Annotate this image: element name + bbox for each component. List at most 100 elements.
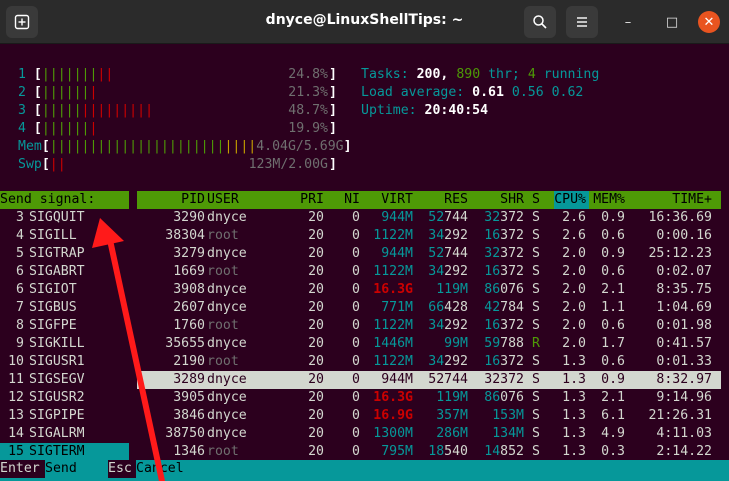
search-button[interactable] [524, 6, 556, 38]
process-row[interactable]: 1346 root 20 0 795M 18540 14852 S 1.3 0.3 2:14.22 [137, 443, 721, 461]
signal-item[interactable]: 5 SIGTRAP [0, 245, 129, 263]
shr-high: 42 [484, 300, 501, 315]
res-low: 540 [444, 444, 468, 459]
process-row[interactable]: 35655 dnyce 20 0 1446M 99M 59788 R 2.0 1.7 0:41.57 [137, 335, 721, 353]
cell-mem: 0.9 [601, 246, 625, 261]
signal-item[interactable]: 11 SIGSEGV [0, 371, 129, 389]
mem-meter: Mem[||||||||||||||||||||||||||4.04G/5.69… [18, 139, 352, 154]
col-header-user[interactable]: USER [207, 191, 239, 209]
res-low: 292 [444, 318, 468, 333]
cpu-meter-1: 1 [||||||||| [18, 67, 114, 82]
signal-item[interactable]: 6 SIGABRT [0, 263, 129, 281]
process-row[interactable]: 3279 dnyce 20 0 944M 52744 32372 S 2.0 0.9 25:12.2… [137, 245, 721, 263]
signal-item[interactable]: 7 SIGBUS [0, 299, 129, 317]
res-high: 34 [428, 318, 445, 333]
signal-item[interactable]: 9 SIGKILL [0, 335, 129, 353]
cell-pid: 35655 [165, 336, 205, 351]
process-row[interactable]: 3908 dnyce 20 0 16.3G 119M 86076 S 2.0 2.1 8:35.75 [137, 281, 721, 299]
esc-key[interactable]: Esc [108, 460, 136, 478]
cell-pid: 1669 [173, 264, 205, 279]
close-button[interactable]: ✕ [698, 11, 720, 33]
cell-cpu: 2.6 [562, 210, 586, 225]
shr-high: 32 [484, 246, 501, 261]
col-header-s[interactable]: S [532, 191, 540, 209]
cell-shr: 16372 [484, 317, 524, 335]
cell-pri: 20 [308, 426, 324, 441]
menu-button[interactable] [566, 6, 598, 38]
signal-number: 14 [8, 426, 24, 441]
process-row[interactable]: 1760 root 20 0 1122M 34292 16372 S 2.0 0.6 0:01.98 [137, 317, 721, 335]
signal-item[interactable]: 8 SIGFPE [0, 317, 129, 335]
cell-ni: 0 [352, 318, 360, 333]
signal-number: 6 [16, 282, 24, 297]
process-row[interactable]: 38750 dnyce 20 0 1300M 286M 134M S 1.3 4.9 4:11.03 [137, 425, 721, 443]
col-header-shr[interactable]: SHR [500, 191, 524, 209]
res-low: 292 [444, 354, 468, 369]
col-header-res[interactable]: RES [444, 191, 468, 209]
signal-item[interactable]: 10 SIGUSR1 [0, 353, 129, 371]
col-header-ni[interactable]: NI [344, 191, 360, 209]
process-row[interactable]: 3289 dnyce 20 0 944M 52744 32372 S 1.3 0.9 8:32.97 [137, 371, 721, 389]
signal-item[interactable]: 13 SIGPIPE [0, 407, 129, 425]
res-low: 744 [444, 210, 468, 225]
cell-s: S [532, 282, 540, 297]
mem-bar-yellow: |||| [224, 139, 257, 154]
function-bar: Enter Send Esc Cancel [0, 460, 729, 481]
process-row[interactable]: 1669 root 20 0 1122M 34292 16372 S 2.0 0.6 0:02.07 [137, 263, 721, 281]
process-row[interactable]: 3846 dnyce 20 0 16.9G 357M 153M S 1.3 6.1 21:26.31 [137, 407, 721, 425]
cell-res: 34292 [428, 227, 468, 245]
cell-s: S [532, 300, 540, 315]
cell-res: 119M [436, 282, 468, 297]
mem-label: Mem [18, 139, 42, 154]
cell-virt: 1122M [373, 228, 413, 243]
process-row[interactable]: 2190 root 20 0 1122M 34292 16372 S 1.3 0.6 0:01.33 [137, 353, 721, 371]
col-header-pid[interactable]: PID [181, 191, 205, 209]
signal-item[interactable]: 14 SIGALRM [0, 425, 129, 443]
res-high: 52 [428, 246, 445, 261]
col-header-virt[interactable]: VIRT [381, 191, 413, 209]
bracket: ] [329, 157, 337, 172]
col-header-time[interactable]: TIME+ [672, 191, 712, 209]
col-header-mem[interactable]: MEM% [593, 191, 625, 209]
signal-name: SIGTERM [29, 444, 85, 459]
cpu-bar-red: | [89, 85, 98, 100]
send-action[interactable]: Send [45, 460, 77, 478]
cell-shr: 86076 [484, 281, 524, 299]
cell-mem: 4.9 [601, 426, 625, 441]
cell-virt: 771M [381, 300, 413, 315]
cell-shr: 42784 [484, 299, 524, 317]
terminal[interactable]: 1 [||||||||| 24.8%] 2 [||||||| 21.3%] 3 [|||… [0, 44, 729, 481]
cpu-label: 2 [18, 85, 26, 100]
cell-virt: 1122M [373, 354, 413, 369]
cell-virt: 16.3G [373, 390, 413, 405]
signal-item[interactable]: 4 SIGILL [0, 227, 129, 245]
minimize-button[interactable]: – [617, 11, 639, 33]
process-row[interactable]: 3905 dnyce 20 0 16.3G 119M 86076 S 1.3 2.1 9:14.96 [137, 389, 721, 407]
cancel-action[interactable]: Cancel [136, 460, 184, 478]
signal-item[interactable]: 3 SIGQUIT [0, 209, 129, 227]
cpu-percent: 21.3% [288, 85, 328, 100]
cell-time: 0:02.07 [656, 264, 712, 279]
shr-high: 16 [484, 318, 501, 333]
cell-pri: 20 [308, 372, 324, 387]
process-row[interactable]: 38304 root 20 0 1122M 34292 16372 S 2.6 0.6 0:00.1… [137, 227, 721, 245]
cell-virt: 944M [381, 210, 413, 225]
process-row[interactable]: 2607 dnyce 20 0 771M 66428 42784 S 2.0 1.1 1:04.69 [137, 299, 721, 317]
enter-key[interactable]: Enter [0, 460, 45, 478]
cell-time: 2:14.22 [656, 444, 712, 459]
signal-item[interactable]: 6 SIGIOT [0, 281, 129, 299]
signal-item[interactable]: 15 SIGTERM [0, 443, 129, 461]
col-header-cpu[interactable]: CPU% [554, 191, 589, 209]
cell-s: R [532, 336, 540, 351]
minimize-icon: – [624, 14, 632, 30]
signal-item[interactable]: 12 SIGUSR2 [0, 389, 129, 407]
res-low: 292 [444, 264, 468, 279]
cell-res: 18540 [428, 443, 468, 461]
cell-pri: 20 [308, 300, 324, 315]
col-header-pri[interactable]: PRI [300, 191, 324, 209]
signal-name: SIGSEGV [29, 372, 85, 387]
process-row[interactable]: 3290 dnyce 20 0 944M 52744 32372 S 2.6 0.9 16:36.6… [137, 209, 721, 227]
shr-high: 32 [484, 372, 501, 387]
maximize-button[interactable]: □ [661, 11, 683, 33]
bracket: ] [329, 67, 337, 82]
